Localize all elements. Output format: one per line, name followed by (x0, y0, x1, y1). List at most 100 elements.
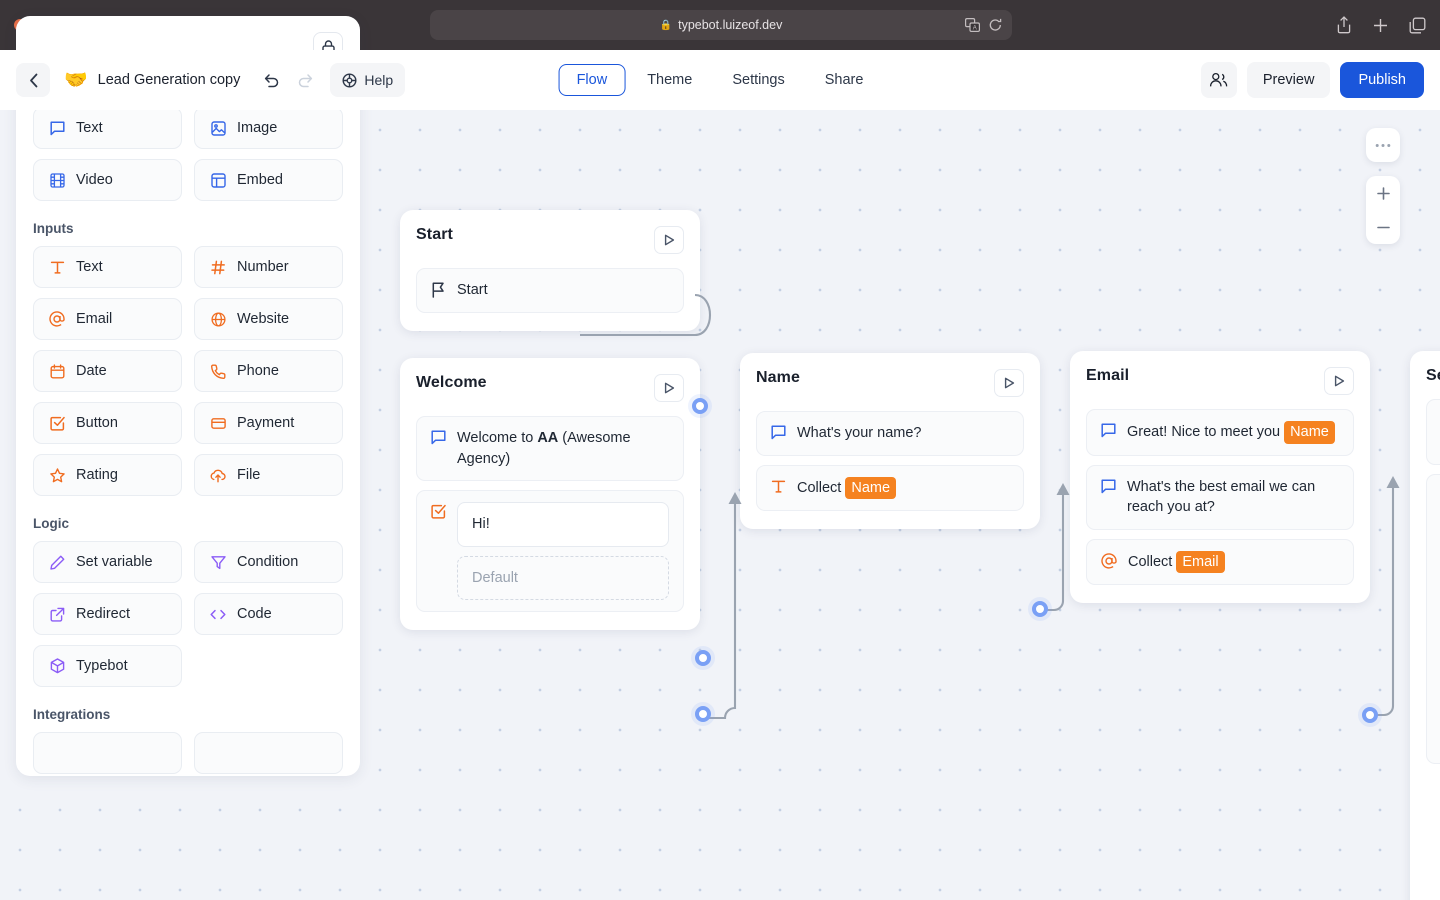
connector-handle-welcome-choice-2[interactable] (695, 706, 711, 722)
block-item-redirect[interactable]: Redirect (33, 593, 182, 635)
block-item-date-input[interactable]: Date (33, 350, 182, 392)
block-item-embed[interactable]: Embed (194, 159, 343, 201)
group-card-start[interactable]: Start Start (400, 210, 700, 331)
zoom-out-button[interactable] (1366, 210, 1400, 244)
connector-handle-welcome-choice-1[interactable] (695, 650, 711, 666)
typebot-name[interactable]: Lead Generation copy (98, 72, 241, 88)
tab-theme[interactable]: Theme (629, 64, 710, 96)
block-label: Collect Name (797, 476, 897, 500)
group-header: Se (1426, 367, 1440, 385)
connector-handle-email-out[interactable] (1362, 707, 1378, 723)
star-icon (48, 466, 66, 484)
block-item-set-variable[interactable]: Set variable (33, 541, 182, 583)
group-card-name[interactable]: Name What's your name? Collect Name (740, 353, 1040, 530)
canvas-menu-card (1366, 128, 1400, 162)
choice-item[interactable]: Hi! (457, 502, 669, 547)
block-text-bubble[interactable]: What's the best email we can reach you a… (1086, 464, 1354, 530)
block-item-rating-input[interactable]: Rating (33, 454, 182, 496)
group-title[interactable]: Se (1426, 367, 1440, 385)
undo-button[interactable] (254, 63, 288, 97)
filter-icon (209, 553, 227, 571)
play-icon[interactable] (654, 374, 684, 402)
block-text-bubble[interactable]: Welcome to AA (Awesome Agency) (416, 416, 684, 482)
play-icon[interactable] (994, 369, 1024, 397)
play-icon[interactable] (1324, 367, 1354, 395)
block-item-button-input[interactable]: Button (33, 402, 182, 444)
block-item-condition[interactable]: Condition (194, 541, 343, 583)
group-header: Start (416, 226, 684, 254)
block-buttons-input[interactable]: Hi! Default (416, 490, 684, 613)
block-item-website-input[interactable]: Website (194, 298, 343, 340)
block-text-input[interactable]: Collect Name (756, 464, 1024, 512)
zoom-in-button[interactable] (1366, 176, 1400, 210)
block-item-label: File (237, 467, 261, 483)
group-card-email[interactable]: Email Great! Nice to meet you Name What'… (1070, 351, 1370, 604)
preview-button[interactable]: Preview (1246, 62, 1331, 98)
block-text-bubble[interactable] (1426, 399, 1440, 465)
dots-horizontal-icon[interactable] (1366, 128, 1400, 162)
layout-icon (209, 171, 227, 189)
play-icon[interactable] (654, 226, 684, 254)
share-icon[interactable] (1336, 16, 1352, 34)
block-item-number-input[interactable]: Number (194, 246, 343, 288)
group-card-next[interactable]: Se (1410, 351, 1440, 900)
section-integrations (33, 732, 343, 774)
tab-share[interactable]: Share (807, 64, 882, 96)
block-item-code[interactable]: Code (194, 593, 343, 635)
redo-button[interactable] (288, 63, 322, 97)
block-item-video[interactable]: Video (33, 159, 182, 201)
block-item-text-input[interactable]: Text (33, 246, 182, 288)
group-title[interactable]: Name (756, 369, 800, 387)
people-icon (1209, 72, 1228, 88)
address-bar-actions[interactable]: A (965, 18, 1002, 32)
tab-flow[interactable]: Flow (558, 64, 626, 96)
block-start[interactable]: Start (416, 268, 684, 313)
group-title[interactable]: Welcome (416, 374, 487, 392)
block-text-bubble[interactable]: What's your name? (756, 411, 1024, 456)
block-item-label: Text (76, 259, 103, 275)
group-card-welcome[interactable]: Welcome Welcome to AA (Awesome Agency) H… (400, 358, 700, 631)
tab-settings[interactable]: Settings (714, 64, 802, 96)
section-title-logic: Logic (33, 516, 69, 531)
back-to-dashboard-button[interactable] (16, 63, 50, 97)
group-title[interactable]: Start (416, 226, 453, 244)
block-item-integration-2[interactable] (194, 732, 343, 774)
address-bar[interactable]: 🔒 typebot.luizeof.dev A (430, 10, 1012, 40)
film-icon (48, 171, 66, 189)
typebot-emoji-icon[interactable]: 🤝 (64, 68, 88, 92)
group-title[interactable]: Email (1086, 367, 1129, 385)
choice-item-placeholder[interactable]: Default (457, 555, 669, 601)
app-toolbar: 🤝 Lead Generation copy Help Flow Theme S… (0, 50, 1440, 110)
block-item-text-bubble[interactable]: Text (33, 107, 182, 149)
block-item-file-input[interactable]: File (194, 454, 343, 496)
toolbar-right-actions: Preview Publish (1200, 62, 1424, 98)
message-square-icon (1101, 479, 1116, 494)
block-buttons-input[interactable] (1426, 474, 1440, 764)
block-email-input[interactable]: Collect Email (1086, 538, 1354, 586)
block-item-integration-1[interactable] (33, 732, 182, 774)
connector-handle-name-out[interactable] (1032, 601, 1048, 617)
translate-icon[interactable]: A (965, 18, 980, 32)
block-item-payment-input[interactable]: Payment (194, 402, 343, 444)
block-item-email-input[interactable]: Email (33, 298, 182, 340)
block-label: Welcome to AA (Awesome Agency) (457, 430, 631, 467)
block-item-image[interactable]: Image (194, 107, 343, 149)
block-item-phone-input[interactable]: Phone (194, 350, 343, 392)
reload-icon[interactable] (989, 18, 1002, 32)
connector-handle-start-out[interactable] (692, 398, 708, 414)
section-title-inputs: Inputs (33, 221, 74, 236)
new-tab-icon[interactable] (1372, 17, 1389, 34)
block-item-label: Video (76, 172, 113, 188)
check-square-icon (431, 504, 446, 519)
block-text-bubble[interactable]: Great! Nice to meet you Name (1086, 409, 1354, 456)
help-button[interactable]: Help (330, 63, 406, 97)
block-item-typebot[interactable]: Typebot (33, 645, 182, 687)
help-circle-icon (342, 72, 357, 88)
collaborators-button[interactable] (1200, 62, 1237, 98)
tab-overview-icon[interactable] (1409, 17, 1426, 34)
browser-actions[interactable] (1336, 16, 1426, 34)
help-label: Help (364, 72, 394, 88)
publish-button[interactable]: Publish (1340, 62, 1424, 98)
block-item-label: Payment (237, 415, 295, 431)
canvas-controls (1366, 128, 1400, 244)
